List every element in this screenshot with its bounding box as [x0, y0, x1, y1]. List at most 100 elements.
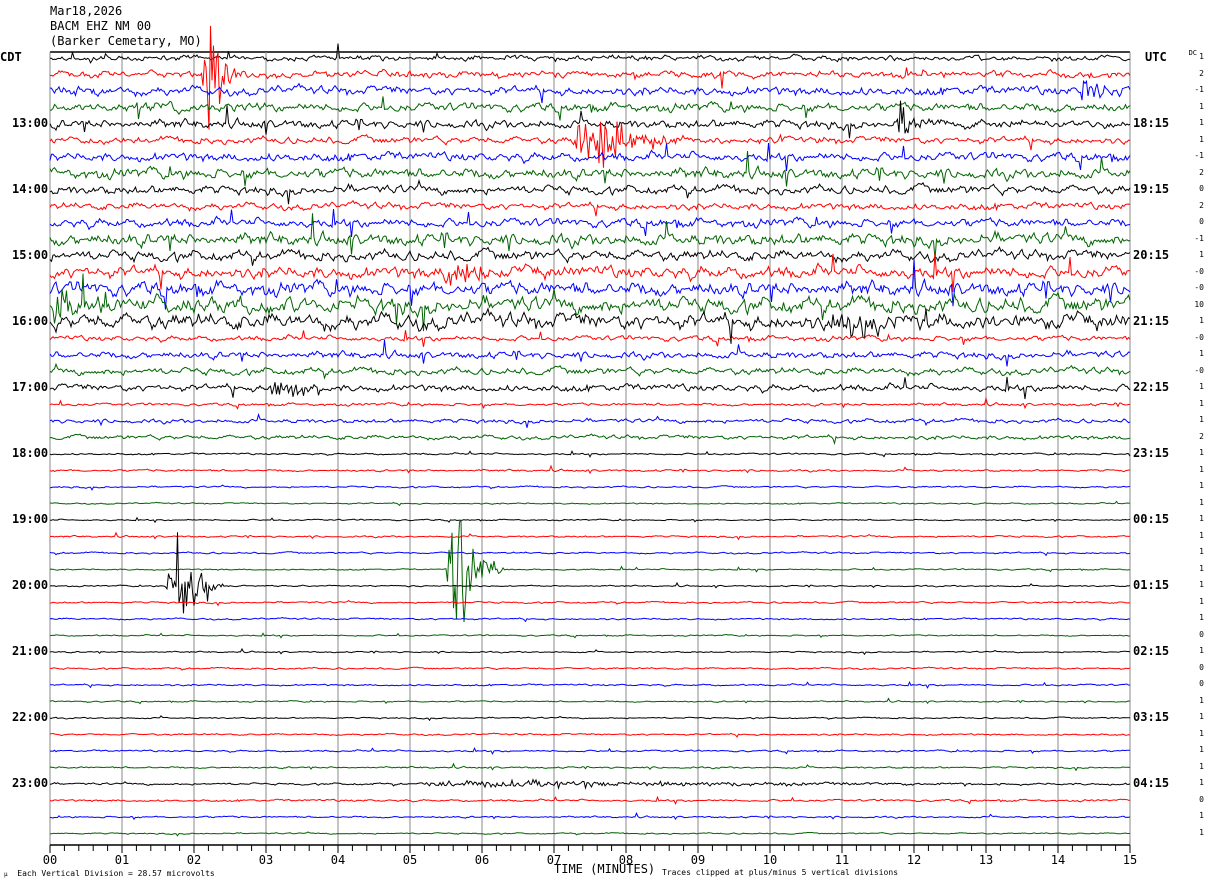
- scale-note: µ Each Vertical Division = 28.57 microvo…: [4, 869, 215, 878]
- trace-5: [49, 121, 1131, 168]
- trace-43: [49, 762, 1131, 772]
- dc-offset: 1: [1199, 547, 1204, 556]
- dc-offset: 0: [1199, 794, 1204, 804]
- utc-time-label: 04:15: [1133, 776, 1170, 790]
- trace-35: [50, 632, 1130, 639]
- cdt-time-label: 17:00: [12, 380, 49, 394]
- x-tick-label: 05: [403, 853, 417, 867]
- dc-offset: 1: [1199, 349, 1204, 358]
- trace-26: [49, 484, 1131, 491]
- trace-45: [49, 795, 1131, 806]
- x-tick-label: 14: [1051, 853, 1065, 867]
- trace-0: [50, 43, 1131, 64]
- scale-text: Each Vertical Division = 28.57 microvolt…: [17, 869, 215, 878]
- trace-20: [49, 376, 1131, 400]
- dc-offset: 0: [1199, 679, 1204, 688]
- trace-38: [49, 680, 1131, 689]
- trace-28: [50, 516, 1131, 524]
- dc-offset: 1: [1199, 118, 1204, 127]
- trace-22: [49, 412, 1131, 428]
- dc-offset: 1: [1199, 497, 1204, 507]
- trace-3: [49, 96, 1131, 121]
- dc-offset: 1: [1199, 101, 1204, 111]
- dc-offset: 1: [1199, 580, 1204, 589]
- trace-18: [49, 339, 1131, 367]
- trace-33: [49, 599, 1131, 607]
- utc-time-label: 01:15: [1133, 578, 1170, 592]
- x-tick-label: 13: [979, 853, 993, 867]
- trace-10: [49, 209, 1131, 237]
- dc-offset: 1: [1199, 827, 1204, 837]
- cdt-time-label: 19:00: [12, 512, 49, 526]
- trace-47: [49, 831, 1131, 837]
- x-tick-label: 09: [691, 853, 705, 867]
- x-tick-label: 01: [115, 853, 129, 867]
- utc-time-label: 02:15: [1133, 644, 1170, 658]
- dc-offset: 2: [1199, 200, 1204, 210]
- dc-offset: 1: [1199, 415, 1204, 424]
- cdt-time-label: 16:00: [12, 314, 49, 328]
- cdt-time-label: 14:00: [12, 182, 49, 196]
- x-tick-label: 04: [331, 853, 345, 867]
- utc-time-label: 21:15: [1133, 314, 1170, 328]
- dc-offset: 1: [1199, 134, 1204, 144]
- trace-12: [49, 246, 1131, 266]
- utc-time-label: 00:15: [1133, 512, 1170, 526]
- dc-offset: 1: [1199, 382, 1204, 391]
- utc-time-label: 03:15: [1133, 710, 1170, 724]
- trace-25: [49, 464, 1131, 475]
- trace-21: [49, 396, 1131, 410]
- dc-offset: -1: [1194, 151, 1204, 160]
- dc-offset: 0: [1199, 217, 1204, 226]
- cdt-time-label: 23:00: [12, 776, 49, 790]
- dc-offset: 1: [1199, 761, 1204, 771]
- dc-offset: -0: [1194, 365, 1204, 375]
- dc-offset: -1: [1194, 85, 1204, 94]
- utc-time-label: 23:15: [1133, 446, 1170, 460]
- clip-note: Traces clipped at plus/minus 5 vertical …: [662, 868, 899, 877]
- cdt-time-label: 15:00: [12, 248, 49, 262]
- dc-offset: 1: [1199, 481, 1204, 490]
- dc-offset: 1: [1199, 712, 1204, 721]
- trace-37: [49, 666, 1131, 671]
- x-tick-label: 15: [1123, 853, 1137, 867]
- dc-offset: 2: [1199, 431, 1204, 441]
- dc-offset: 1: [1199, 646, 1204, 655]
- trace-42: [49, 746, 1131, 755]
- dc-offset: 10: [1194, 299, 1204, 309]
- x-tick-label: 03: [259, 853, 273, 867]
- dc-offset: 1: [1199, 250, 1204, 259]
- dc-offset: 1: [1199, 695, 1204, 705]
- dc-offset: 1: [1199, 811, 1204, 820]
- dc-offset: 1: [1199, 563, 1204, 573]
- cdt-time-label: 13:00: [12, 116, 49, 130]
- dc-offset: -0: [1194, 332, 1204, 342]
- dc-offset: 2: [1199, 167, 1204, 177]
- trace-8: [49, 178, 1131, 205]
- dc-offset: 1: [1199, 514, 1204, 523]
- dc-offset: 1: [1199, 530, 1204, 540]
- utc-time-label: 18:15: [1133, 116, 1170, 130]
- x-tick-label: 02: [187, 853, 201, 867]
- dc-offset: -1: [1194, 233, 1204, 243]
- x-tick-label: 11: [835, 853, 849, 867]
- trace-41: [49, 732, 1131, 738]
- trace-23: [49, 433, 1131, 446]
- x-tick-label: 06: [475, 853, 489, 867]
- helicorder-plot: 00 01 02 03 04 05 06 07 08 09 10 11 12 13 14 15: [43, 25, 1137, 867]
- dc-offset: 1: [1199, 778, 1204, 787]
- trace-44: [49, 778, 1131, 790]
- dc-offset: 1: [1199, 745, 1204, 754]
- trace-27: [49, 500, 1131, 507]
- trace-36: [49, 647, 1131, 656]
- dc-offset: 1: [1199, 448, 1204, 457]
- dc-offset: 0: [1199, 184, 1204, 193]
- trace-1: [49, 25, 1131, 130]
- trace-6: [49, 143, 1131, 171]
- cdt-time-label: 18:00: [12, 446, 49, 460]
- dc-offset: 1: [1199, 316, 1204, 325]
- trace-24: [49, 449, 1131, 458]
- x-axis-title: TIME (MINUTES): [554, 862, 656, 876]
- dc-offset: 1: [1199, 596, 1204, 606]
- trace-32: [49, 532, 1131, 614]
